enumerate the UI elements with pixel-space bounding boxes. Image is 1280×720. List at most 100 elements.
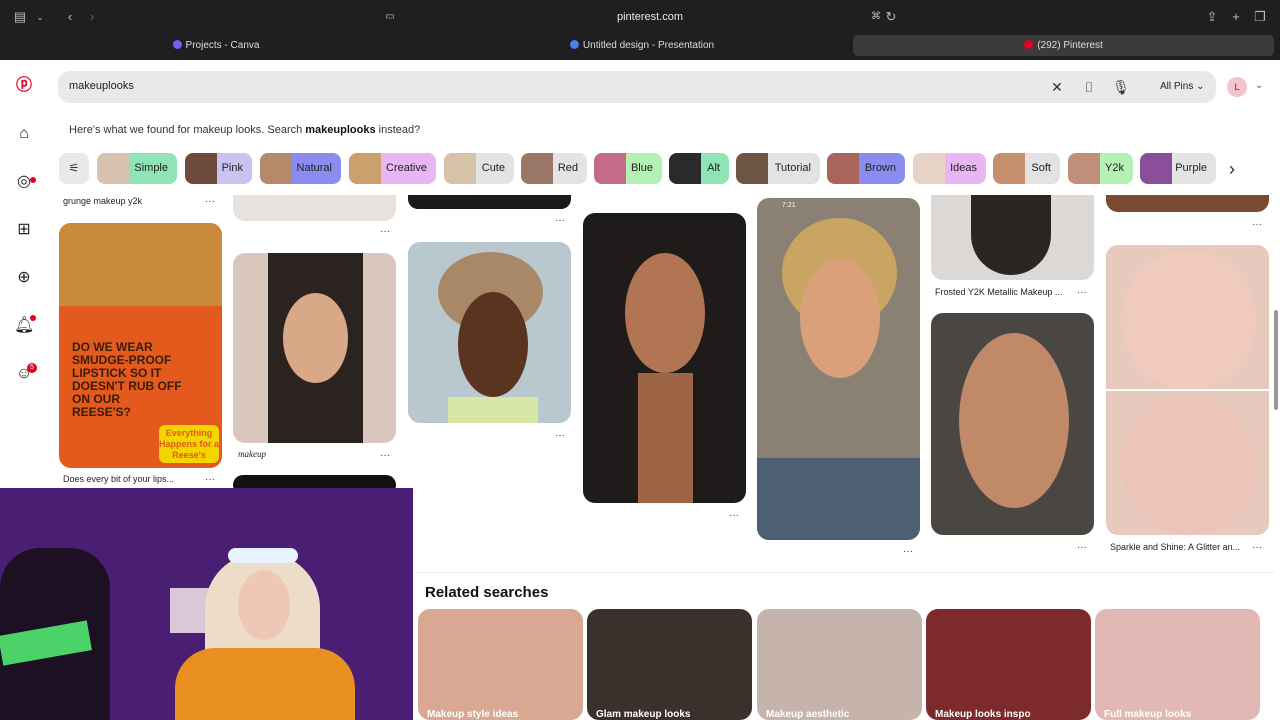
account-chevron-icon[interactable]: ⌄ <box>1255 80 1263 91</box>
pin-slick-hair-look[interactable] <box>583 213 746 503</box>
pin-caption[interactable]: Sparkle and Shine: A Glitter an... <box>1110 542 1240 552</box>
sliders-icon: ⚟ <box>68 161 80 175</box>
related-card-style-ideas[interactable]: Makeup style ideas <box>418 609 583 720</box>
explore-notification-dot <box>30 177 36 183</box>
pin-partial[interactable] <box>1106 195 1269 212</box>
related-label: Glam makeup looks <box>596 709 691 720</box>
avatar[interactable]: L <box>1227 77 1247 97</box>
forward-icon[interactable]: › <box>84 9 100 25</box>
more-options-icon[interactable]: ··· <box>1252 542 1262 553</box>
chip-tutorial[interactable]: Tutorial <box>736 153 820 184</box>
microphone-icon[interactable]: 🎙︎ <box>1112 78 1130 96</box>
pin-partial[interactable] <box>408 195 571 209</box>
related-card-full-looks[interactable]: Full makeup looks <box>1095 609 1260 720</box>
pin-frosted-y2k[interactable] <box>931 195 1094 280</box>
pin-caption[interactable]: Does every bit of your lips... <box>63 474 174 484</box>
tab-canva[interactable]: Projects - Canva <box>6 35 426 56</box>
face-bottom-shape <box>1121 395 1256 535</box>
back-icon[interactable]: ‹ <box>62 9 78 25</box>
pin-caption[interactable]: grunge makeup y2k <box>63 196 142 206</box>
more-options-icon[interactable]: ··· <box>555 430 565 441</box>
denim-shape <box>757 458 920 540</box>
more-options-icon[interactable]: ··· <box>1077 542 1087 553</box>
chip-thumbnail <box>260 153 292 184</box>
chip-blue[interactable]: Blue <box>594 153 662 184</box>
chip-alt[interactable]: Alt <box>669 153 729 184</box>
face-shape <box>283 293 348 383</box>
chevron-down-icon[interactable]: ⌄ <box>32 9 48 25</box>
chip-simple[interactable]: Simple <box>97 153 177 184</box>
pin-curlers-look[interactable] <box>408 242 571 423</box>
reload-icon[interactable]: ↻ <box>883 9 899 25</box>
browser-chrome: ▤ ⌄ ‹ › ▭ pinterest.com ⌘ ↻ ⇪ + ❐ Projec… <box>0 0 1280 60</box>
pin-phone-screenshot[interactable]: 7:21 <box>757 198 920 540</box>
pin-caption[interactable]: Frosted Y2K Metallic Makeup ... <box>935 287 1062 297</box>
more-options-icon[interactable]: ··· <box>1252 219 1262 230</box>
chip-label: Natural <box>296 162 332 174</box>
tab-overview-icon[interactable]: ❐ <box>1252 9 1268 25</box>
chip-brown[interactable]: Brown <box>827 153 905 184</box>
chip-creative[interactable]: Creative <box>349 153 436 184</box>
pin-partial[interactable] <box>233 195 396 221</box>
more-options-icon[interactable]: ··· <box>903 546 913 557</box>
boards-icon[interactable]: ⊞ <box>14 220 34 240</box>
chip-purple[interactable]: Purple <box>1140 153 1216 184</box>
tab-presentation[interactable]: Untitled design - Presentation <box>432 35 852 56</box>
chip-y2k[interactable]: Y2k <box>1068 153 1133 184</box>
notice-suffix: instead? <box>375 124 421 136</box>
more-options-icon[interactable]: ··· <box>205 196 215 207</box>
chip-label: Simple <box>134 162 168 174</box>
sidebar-toggle-icon[interactable]: ▤ <box>12 9 28 25</box>
chip-ideas[interactable]: Ideas <box>913 153 986 184</box>
more-options-icon[interactable]: ··· <box>729 510 739 521</box>
reeses-logo: Everything Happens for a Reese's <box>159 425 219 463</box>
chip-pink[interactable]: Pink <box>185 153 252 184</box>
chip-label: Blue <box>630 162 653 174</box>
webcam-overlay <box>0 488 413 720</box>
pin-makeup-look[interactable] <box>233 253 396 443</box>
search-input[interactable]: makeuplooks <box>69 80 134 92</box>
chip-thumbnail <box>97 153 129 184</box>
pin-reeses[interactable]: DO WE WEAR SMUDGE-PROOF LIPSTICK SO IT D… <box>59 223 222 468</box>
new-tab-icon[interactable]: + <box>1228 9 1244 25</box>
more-options-icon[interactable]: ··· <box>1077 287 1087 298</box>
related-card-glam[interactable]: Glam makeup looks <box>587 609 752 720</box>
related-card-aesthetic[interactable]: Makeup aesthetic <box>757 609 922 720</box>
cat-headset-shape <box>228 548 298 563</box>
alt-search-link[interactable]: makeuplooks <box>305 124 375 136</box>
chip-label: Tutorial <box>774 162 811 174</box>
chip-thumbnail <box>594 153 626 184</box>
translate-icon[interactable]: ⌘ <box>868 9 884 25</box>
chevron-right-icon[interactable]: › <box>1222 159 1242 179</box>
chip-thumbnail <box>349 153 381 184</box>
chip-cute[interactable]: Cute <box>444 153 514 184</box>
chip-label: Alt <box>707 162 720 174</box>
share-icon[interactable]: ⇪ <box>1204 9 1220 25</box>
pinterest-logo-icon[interactable]: ⓟ <box>14 76 34 96</box>
streamer-face-shape <box>238 570 290 640</box>
search-bar[interactable]: makeuplooks ✕ ⌷ 🎙︎ All Pins ⌄ <box>58 71 1216 103</box>
reader-icon[interactable]: ▭ <box>382 9 398 25</box>
more-options-icon[interactable]: ··· <box>555 215 565 226</box>
chip-soft[interactable]: Soft <box>993 153 1060 184</box>
scrollbar[interactable] <box>1274 310 1278 410</box>
home-icon[interactable]: ⌂ <box>14 124 34 144</box>
more-options-icon[interactable]: ··· <box>380 450 390 461</box>
neck-shape <box>638 373 693 503</box>
pin-glitter-eyes-look[interactable] <box>931 313 1094 535</box>
pin-caption[interactable]: makeup <box>238 449 266 459</box>
chip-label: Cute <box>481 162 505 174</box>
filter-button[interactable]: ⚟ <box>59 153 89 184</box>
chip-natural[interactable]: Natural <box>260 153 341 184</box>
tab-pinterest[interactable]: (292) Pinterest <box>853 35 1274 56</box>
scope-dropdown[interactable]: All Pins ⌄ <box>1160 81 1205 92</box>
address-bar[interactable]: pinterest.com <box>400 7 900 27</box>
more-options-icon[interactable]: ··· <box>205 474 215 485</box>
pin-sparkle-shine[interactable] <box>1106 245 1269 535</box>
camera-search-icon[interactable]: ⌷ <box>1080 78 1098 96</box>
create-icon[interactable]: ⊕ <box>14 268 34 288</box>
related-card-inspo[interactable]: Makeup looks inspo <box>926 609 1091 720</box>
clear-icon[interactable]: ✕ <box>1048 78 1066 96</box>
chip-red[interactable]: Red <box>521 153 587 184</box>
more-options-icon[interactable]: ··· <box>380 226 390 237</box>
